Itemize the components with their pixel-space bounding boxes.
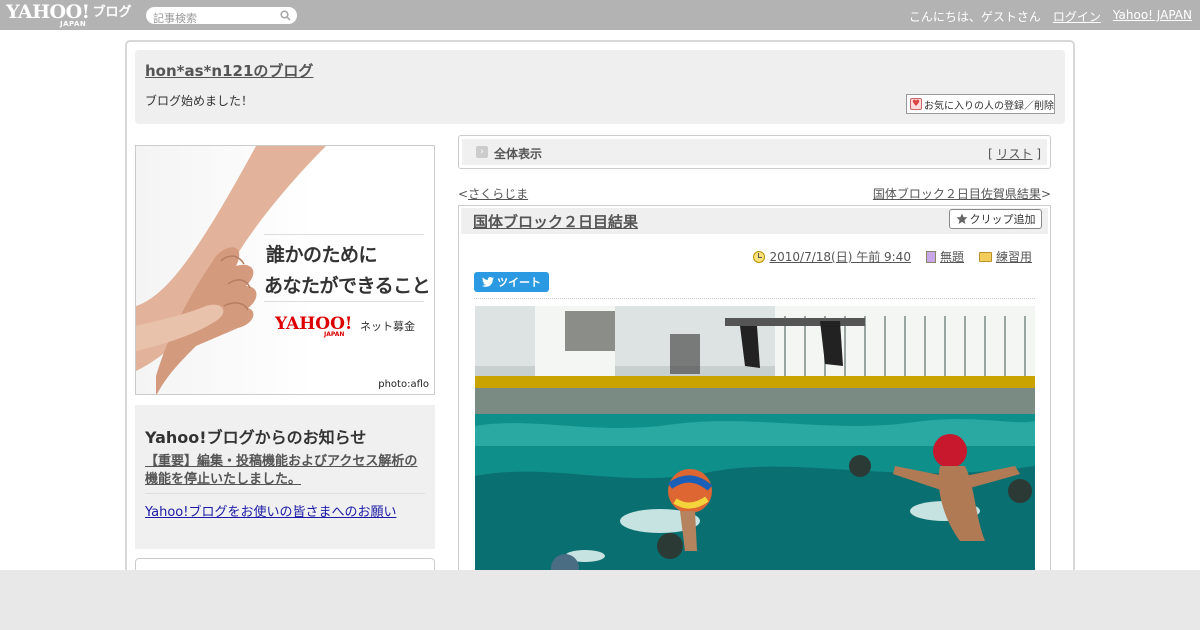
- article-header: 国体ブロック２日目結果 クリップ追加: [461, 208, 1048, 234]
- notice-item-important[interactable]: 【重要】編集・投稿機能およびアクセス解析の機能を停止いたしました。: [145, 453, 430, 489]
- theme-book-icon: [925, 250, 936, 263]
- top-bar: YAHOO! JAPAN ブログ こんにちは、ゲストさん ログイン Yahoo!…: [0, 0, 1200, 30]
- next-mark: >: [1040, 187, 1051, 201]
- heart-icon: ♥: [910, 98, 922, 110]
- yahoo-blog-logo[interactable]: YAHOO! JAPAN ブログ: [6, 1, 132, 29]
- banner-credit: photo:aflo: [378, 379, 429, 390]
- logo-sub: JAPAN: [60, 20, 87, 28]
- prev-post: <さくらじま: [458, 185, 528, 202]
- search-box: [146, 7, 297, 27]
- banner-rule-bottom: [264, 301, 424, 302]
- article-title[interactable]: 国体ブロック２日目結果: [473, 211, 638, 232]
- twitter-bird-icon: [482, 277, 494, 287]
- folder-icon: [978, 251, 992, 262]
- next-post: 国体ブロック２日目佐賀県結果>: [873, 185, 1051, 202]
- login-link[interactable]: ログイン: [1053, 8, 1101, 25]
- view-all-label: 全体表示: [494, 147, 543, 161]
- clip-add-button[interactable]: クリップ追加: [949, 209, 1042, 229]
- theme-link[interactable]: 無題: [940, 248, 964, 265]
- notice-divider: [145, 493, 425, 494]
- donation-banner[interactable]: 誰かのために あなたができること YAHOO! JAPAN ネット募金 phot…: [135, 145, 435, 395]
- search-input[interactable]: [146, 10, 274, 27]
- banner-rule-top: [264, 234, 424, 235]
- blog-frame: hon*as*n121のブログ ブログ始めました！ ♥ お気に入りの人の登録／削…: [125, 40, 1075, 598]
- blog-title[interactable]: hon*as*n121のブログ: [145, 60, 313, 81]
- article-photo[interactable]: [475, 306, 1035, 576]
- prev-mark: <: [458, 187, 469, 201]
- yahoo-japan-link[interactable]: Yahoo! JAPAN: [1113, 8, 1192, 25]
- view-mode-bar: › 全体表示 [ リスト ]: [458, 135, 1051, 169]
- top-links: こんにちは、ゲストさん ログイン Yahoo! JAPAN: [909, 8, 1192, 25]
- banner-line1: 誰かのために: [266, 244, 378, 266]
- banner-line2: あなたができること: [264, 275, 431, 297]
- list-view-link[interactable]: リスト: [996, 147, 1032, 161]
- search-icon[interactable]: [280, 10, 291, 21]
- post-date-link[interactable]: 2010/7/18(日) 午前 9:40: [769, 248, 910, 265]
- greeting-text: こんにちは、ゲストさん: [908, 10, 1041, 24]
- logo-text: YAHOO!: [6, 1, 90, 23]
- favorite-button-label: お気に入りの人の登録／削除: [924, 100, 1054, 112]
- star-icon: [956, 213, 967, 224]
- blog-header: hon*as*n121のブログ ブログ始めました！ ♥ お気に入りの人の登録／削…: [135, 50, 1065, 124]
- clock-icon: [753, 250, 766, 263]
- bracket-close: ]: [1036, 147, 1041, 161]
- dotted-divider: [474, 298, 1035, 299]
- next-post-link[interactable]: 国体ブロック２日目佐賀県結果: [873, 187, 1041, 201]
- notice-heading: Yahoo!ブログからのお知らせ: [145, 428, 367, 447]
- footer-area: [0, 570, 1200, 630]
- favorite-register-button[interactable]: ♥ お気に入りの人の登録／削除: [906, 94, 1055, 114]
- notice-item-request[interactable]: Yahoo!ブログをお使いの皆さまへのお願い: [145, 501, 396, 520]
- tweet-button[interactable]: ツイート: [474, 272, 549, 292]
- banner-fund-label: ネット募金: [360, 320, 415, 333]
- page-body: hon*as*n121のブログ ブログ始めました！ ♥ お気に入りの人の登録／削…: [0, 30, 1200, 598]
- prev-post-link[interactable]: さくらじま: [468, 187, 528, 201]
- article: 国体ブロック２日目結果 クリップ追加 2010/7/18(日) 午前 9:40 …: [458, 205, 1051, 585]
- banner-brand-sub: JAPAN: [324, 331, 345, 338]
- logo-blog: ブログ: [92, 5, 132, 20]
- clip-button-label: クリップ追加: [969, 213, 1036, 226]
- tweet-label: ツイート: [497, 276, 541, 289]
- bracket-open: [: [987, 147, 993, 161]
- list-link-wrapper: [ リスト ]: [988, 145, 1041, 162]
- article-meta: 2010/7/18(日) 午前 9:40 無題 練習用: [753, 248, 1032, 265]
- notice-box: Yahoo!ブログからのお知らせ 【重要】編集・投稿機能およびアクセス解析の機能…: [135, 405, 435, 549]
- category-link[interactable]: 練習用: [996, 248, 1032, 265]
- blog-description: ブログ始めました！: [145, 94, 254, 108]
- arrow-right-icon: ›: [476, 146, 488, 158]
- water-polo-photo: [475, 306, 1035, 576]
